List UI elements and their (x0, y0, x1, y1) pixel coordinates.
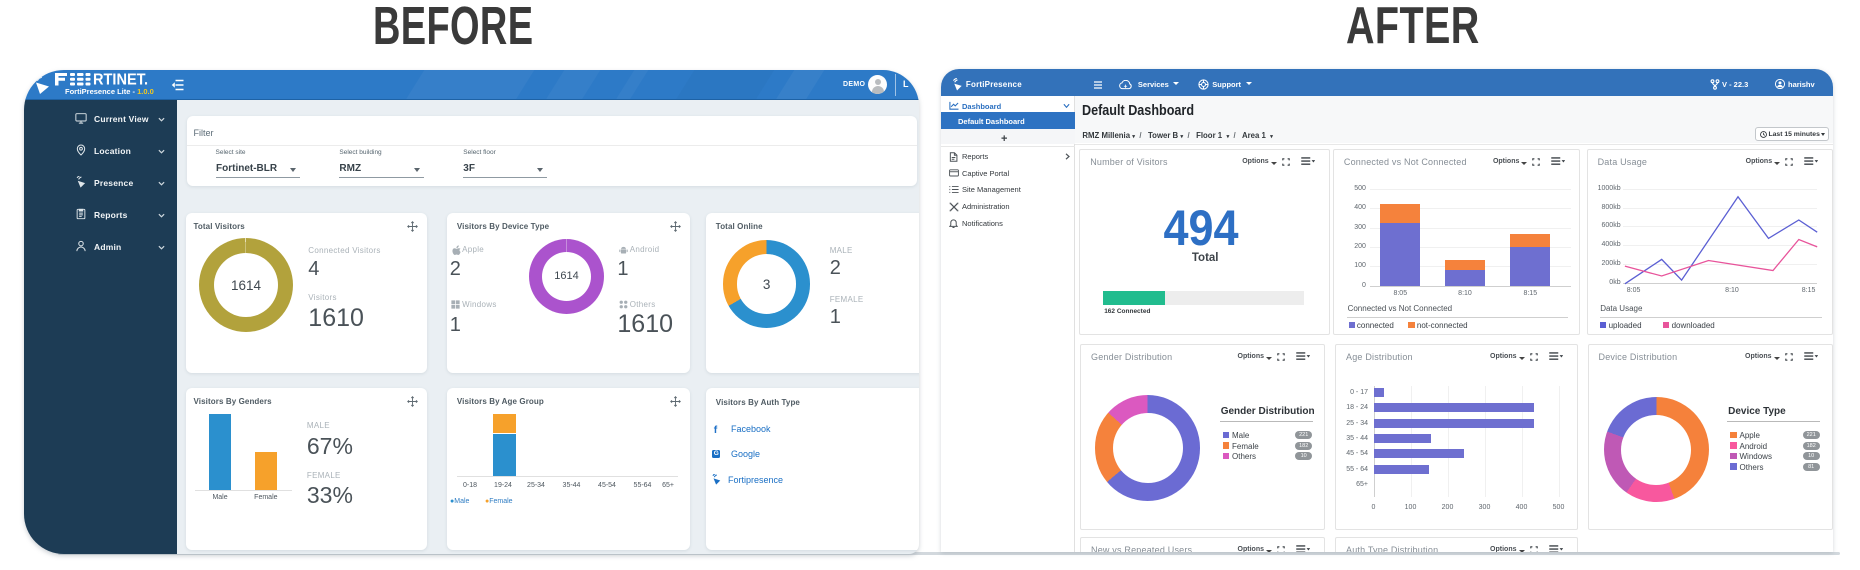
svg-text:RTINET.: RTINET. (93, 73, 148, 86)
